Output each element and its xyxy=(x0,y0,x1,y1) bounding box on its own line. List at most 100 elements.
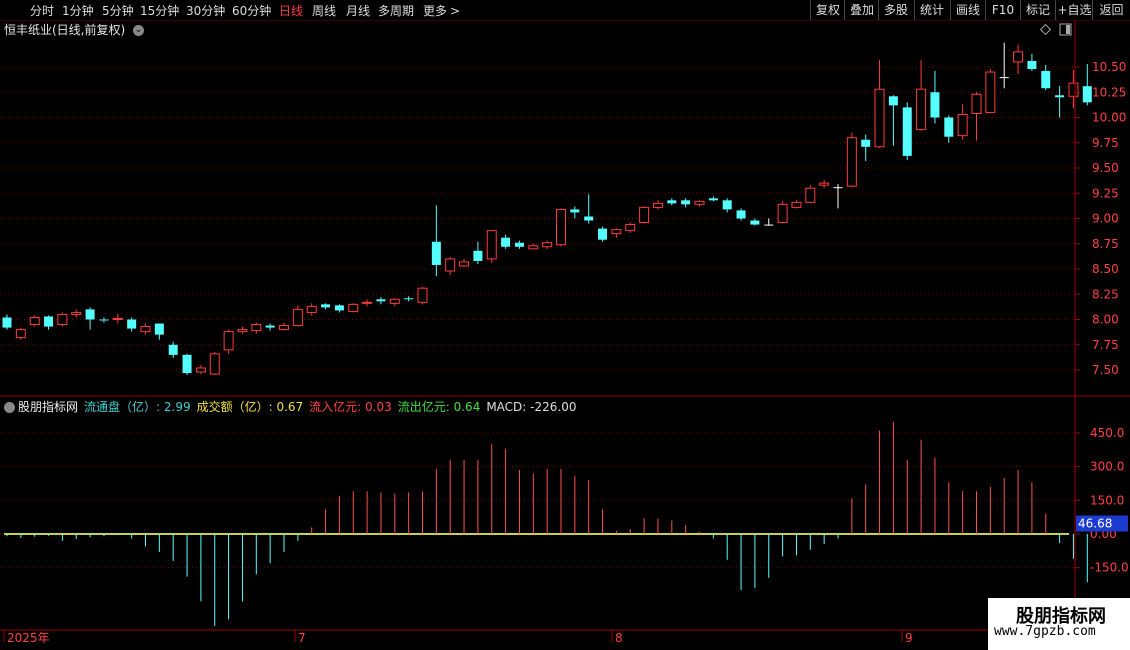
candle-body xyxy=(888,96,898,106)
candle-body xyxy=(459,261,470,267)
candle-body xyxy=(44,316,54,327)
grid xyxy=(0,66,1075,569)
price-axis-label: 9.50 xyxy=(1092,161,1119,175)
candle-body xyxy=(722,200,732,210)
candle-body xyxy=(265,325,275,328)
candle-body xyxy=(195,367,206,373)
indicator-axis-label: 150.0 xyxy=(1090,493,1124,507)
candle-body xyxy=(667,200,677,204)
candle-body xyxy=(1068,82,1079,97)
candle-body xyxy=(916,88,927,131)
price-axis-label: 7.50 xyxy=(1092,363,1119,377)
candle-body xyxy=(292,308,303,327)
candle-body xyxy=(501,237,511,247)
candle-body xyxy=(29,316,40,326)
candle-body xyxy=(486,230,497,260)
candle-body xyxy=(819,182,830,186)
date-axis-label: 2025年 xyxy=(7,631,50,645)
candle-body xyxy=(279,325,289,331)
candle-body xyxy=(1027,60,1037,70)
indicator-field-amount: 成交额（亿）: 0.67 xyxy=(196,400,304,414)
candle-body xyxy=(833,187,843,189)
candle-body xyxy=(777,203,788,224)
candle-body xyxy=(445,258,456,272)
indicator-field-macd: MACD: -226.00 xyxy=(486,400,577,414)
candle-body xyxy=(514,242,524,247)
watermark-url: www.7gpzb.com xyxy=(994,624,1096,639)
candle-body xyxy=(556,208,566,246)
date-axis-label: 9 xyxy=(905,631,913,645)
candle-body xyxy=(985,71,996,113)
candle-body xyxy=(154,323,164,335)
candle-body xyxy=(112,317,123,320)
candle-body xyxy=(902,107,912,156)
candle-body xyxy=(1013,51,1024,63)
candle-body xyxy=(57,313,68,326)
candle-body xyxy=(791,201,802,208)
indicator-field-outflow: 流出亿元: 0.64 xyxy=(397,400,481,414)
candle-body xyxy=(570,209,580,213)
price-axis-label: 9.00 xyxy=(1092,212,1119,226)
indicator-bars xyxy=(4,421,1088,627)
price-axis-label: 8.75 xyxy=(1092,237,1119,251)
price-axis-label: 9.25 xyxy=(1092,186,1119,200)
price-axis-label: 7.75 xyxy=(1092,338,1119,352)
candle-body xyxy=(182,354,192,374)
indicator-title: 股朋指标网 流通盘（亿）: 2.99 成交额（亿）: 0.67 流入亿元: 0.03 流… xyxy=(4,398,582,415)
candle-body xyxy=(681,200,691,205)
candle-body xyxy=(223,331,234,351)
candle-body xyxy=(611,229,622,235)
indicator-axis-label: 300.0 xyxy=(1090,460,1124,474)
candle-body xyxy=(625,224,636,232)
candle-body xyxy=(1082,86,1092,103)
axes: 10.50 10.25 10.00 9.75 9.50 9.25 9.00 8.75 8.50 8… xyxy=(0,20,1130,645)
candle-body xyxy=(1055,95,1065,98)
candle-body xyxy=(764,224,774,226)
candle-body xyxy=(334,305,344,311)
price-axis-label: 8.50 xyxy=(1092,262,1119,276)
chart-canvas: 10.50 10.25 10.00 9.75 9.50 9.25 9.00 8.75 8.50 8… xyxy=(0,20,1130,645)
price-axis-label: 10.25 xyxy=(1092,85,1126,99)
diamond-icon[interactable] xyxy=(1039,23,1052,36)
candle-body xyxy=(417,287,428,303)
candle-body xyxy=(168,344,178,355)
candle-body xyxy=(971,93,982,114)
candle-body xyxy=(473,250,483,261)
candle-body xyxy=(930,92,940,118)
candle-body xyxy=(389,298,400,304)
candle-body xyxy=(251,324,262,332)
candle-body xyxy=(362,301,373,304)
candle-body xyxy=(306,305,317,313)
panel-toggle-fill xyxy=(1066,25,1070,34)
candle-body xyxy=(598,228,608,240)
candle-body xyxy=(708,198,718,201)
candle-body xyxy=(736,210,746,219)
candle-body xyxy=(652,202,663,208)
panel-icons xyxy=(1039,23,1072,36)
candle-body xyxy=(99,319,109,321)
indicator-chevron-icon[interactable] xyxy=(4,402,15,413)
price-axis-label: 9.75 xyxy=(1092,136,1119,150)
indicator-field-inflow: 流入亿元: 0.03 xyxy=(309,400,392,414)
candle-body xyxy=(321,304,331,308)
price-axis-label: 8.25 xyxy=(1092,287,1119,301)
candle-body xyxy=(127,319,137,329)
date-axis-label: 7 xyxy=(298,631,306,645)
candle-body xyxy=(861,139,871,147)
candle-body xyxy=(237,329,248,333)
candle-body xyxy=(528,245,539,250)
indicator-axis-label: -150.0 xyxy=(1090,561,1129,575)
price-axis-label: 10.50 xyxy=(1092,60,1126,74)
candle-body xyxy=(15,329,26,339)
candle-body xyxy=(348,303,359,312)
candle-body xyxy=(805,187,816,203)
candle-body xyxy=(846,137,857,187)
candle-body xyxy=(874,88,885,148)
candle-body xyxy=(957,113,968,137)
candle-body xyxy=(376,299,386,302)
candle-body xyxy=(2,317,12,328)
price-axis-label: 8.00 xyxy=(1092,313,1119,327)
date-axis-label: 8 xyxy=(615,631,623,645)
current-value-label: 46.68 xyxy=(1078,517,1112,531)
candle-body xyxy=(1041,71,1051,89)
